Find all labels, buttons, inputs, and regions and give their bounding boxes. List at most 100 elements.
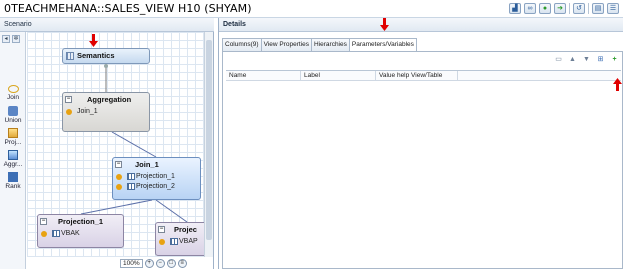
- table-icon: [127, 182, 135, 190]
- chart-icon[interactable]: ▟: [509, 3, 521, 14]
- output-dot: [41, 231, 47, 237]
- union-icon: [8, 106, 18, 116]
- table-header: Name Label Value help View/Table: [226, 71, 621, 81]
- palette-item-label: Union: [4, 117, 22, 124]
- output-dot: [159, 239, 165, 245]
- join-node[interactable]: − Join_1 Projection_1 Projection_2: [112, 157, 201, 200]
- column-header-name[interactable]: Name: [226, 71, 301, 81]
- details-tabs: Columns(9) View Properties Hierarchies P…: [222, 38, 417, 52]
- parameters-table: Name Label Value help View/Table: [226, 70, 621, 269]
- scenario-header: Scenario: [0, 18, 214, 32]
- join-input-2: Projection_2: [136, 183, 175, 190]
- collapse-box[interactable]: −: [115, 161, 122, 168]
- details-header: Details: [219, 18, 623, 32]
- semantics-node-title: Semantics: [77, 51, 115, 60]
- node-palette: ◂ ✲ Join Union Proj... Aggr... Rank: [0, 32, 26, 269]
- palette-item-label: Proj...: [4, 139, 22, 146]
- tab-hierarchies[interactable]: Hierarchies: [311, 38, 350, 51]
- zoom-controls: 100% + − □ ≡: [120, 257, 214, 269]
- fit-icon[interactable]: □: [166, 258, 176, 268]
- table-icon: [170, 237, 178, 245]
- scrollbar-thumb[interactable]: [206, 40, 212, 240]
- column-header-label[interactable]: Label: [301, 71, 376, 81]
- edit-icon[interactable]: ▭: [554, 55, 563, 64]
- collapse-box[interactable]: −: [158, 226, 165, 233]
- projection-1-table: VBAK: [61, 230, 80, 237]
- column-header-extra: [458, 71, 621, 81]
- projection-1-title: Projection_1: [58, 217, 104, 226]
- history-icon[interactable]: ↺: [573, 3, 585, 14]
- forward-icon[interactable]: ➜: [554, 3, 566, 14]
- collapse-icon[interactable]: ◂: [2, 35, 10, 43]
- palette-item-rank[interactable]: Rank: [0, 172, 26, 190]
- annotation-arrow-add: [613, 78, 622, 91]
- collapse-box[interactable]: −: [40, 218, 47, 225]
- scenario-canvas[interactable]: Semantics − Aggregation Join_1 − Join_1 Pr…: [27, 32, 204, 257]
- aggregation-node[interactable]: − Aggregation Join_1: [62, 92, 150, 132]
- zoom-level[interactable]: 100%: [120, 258, 143, 268]
- projection-1-node[interactable]: − Projection_1 VBAK: [37, 214, 124, 248]
- hana-view-editor: 0TEACHMEHANA::SALES_VIEW H10 (SHYAM) ▟ ∞…: [0, 0, 623, 269]
- manage-icon[interactable]: ⊞: [596, 55, 605, 64]
- scenario-title: Scenario: [4, 21, 32, 28]
- table-icon: [52, 229, 60, 237]
- join-icon: [7, 85, 19, 93]
- palette-item-projection[interactable]: Proj...: [0, 128, 26, 146]
- toolbar: ▟ ∞ ● ➜ ↺ ▤ ☰: [509, 3, 619, 14]
- canvas-scrollbar[interactable]: [204, 32, 213, 257]
- palette-item-union[interactable]: Union: [0, 106, 26, 124]
- tab-view-properties[interactable]: View Properties: [260, 38, 312, 51]
- list-icon[interactable]: ☰: [607, 3, 619, 14]
- tab-parameters-variables[interactable]: Parameters/Variables: [348, 38, 417, 52]
- join-input-1: Projection_1: [136, 173, 175, 180]
- palette-controls: ◂ ✲: [2, 35, 20, 43]
- output-dot: [66, 109, 72, 115]
- projection-2-node[interactable]: − Projec VBAP: [155, 222, 204, 256]
- palette-item-join[interactable]: Join: [0, 84, 26, 101]
- window-title: 0TEACHMEHANA::SALES_VIEW H10 (SHYAM): [4, 2, 252, 15]
- binoculars-icon[interactable]: ∞: [524, 3, 536, 14]
- details-title: Details: [223, 21, 246, 28]
- connector-p1-join: [80, 199, 153, 215]
- table-icon: [127, 172, 135, 180]
- output-dot: [116, 184, 122, 190]
- zoom-in-icon[interactable]: +: [144, 258, 154, 268]
- settings-icon[interactable]: ✲: [12, 35, 20, 43]
- semantics-icon: [66, 52, 74, 60]
- scenario-panel: Scenario ◂ ✲ Join Union Proj... Aggr...: [0, 18, 214, 269]
- details-panel: Details Columns(9) View Properties Hiera…: [218, 18, 623, 269]
- aggregation-icon: [8, 150, 18, 160]
- collapse-box[interactable]: −: [65, 96, 72, 103]
- toolbar-separator: [588, 3, 589, 14]
- toolbar-separator: [569, 3, 570, 14]
- title-bar: 0TEACHMEHANA::SALES_VIEW H10 (SHYAM) ▟ ∞…: [0, 0, 623, 18]
- aggregation-input: Join_1: [77, 108, 98, 115]
- layout-icon[interactable]: ≡: [177, 258, 187, 268]
- annotation-arrow-tab: [380, 18, 389, 31]
- zoom-out-icon[interactable]: −: [155, 258, 165, 268]
- move-up-icon[interactable]: ▲: [568, 55, 577, 64]
- parameters-toolbar: ▭ ▲ ▼ ⊞ +: [554, 55, 619, 64]
- tab-columns[interactable]: Columns(9): [222, 38, 262, 51]
- palette-item-aggregation[interactable]: Aggr...: [0, 150, 26, 168]
- projection-2-table: VBAP: [179, 238, 198, 245]
- move-down-icon[interactable]: ▼: [582, 55, 591, 64]
- projection-2-title: Projec: [174, 225, 197, 234]
- connector-dot: [104, 64, 108, 68]
- connector-join-aggr: [111, 131, 157, 158]
- connector-p2-join: [155, 199, 188, 223]
- parameters-pane: ▭ ▲ ▼ ⊞ + Name Label Value help View/Tab…: [222, 51, 623, 269]
- palette-item-label: Join: [7, 94, 19, 101]
- annotation-arrow-semantics: [89, 34, 98, 47]
- projection-icon: [8, 128, 18, 138]
- rank-icon: [8, 172, 18, 182]
- column-header-value-help[interactable]: Value help View/Table: [376, 71, 458, 81]
- run-icon[interactable]: ●: [539, 3, 551, 14]
- document-icon[interactable]: ▤: [592, 3, 604, 14]
- palette-item-label: Aggr...: [3, 161, 23, 168]
- add-parameter-icon[interactable]: +: [610, 55, 619, 64]
- join-node-title: Join_1: [135, 160, 159, 169]
- semantics-node[interactable]: Semantics: [62, 48, 150, 64]
- aggregation-node-title: Aggregation: [87, 95, 132, 104]
- output-dot: [116, 174, 122, 180]
